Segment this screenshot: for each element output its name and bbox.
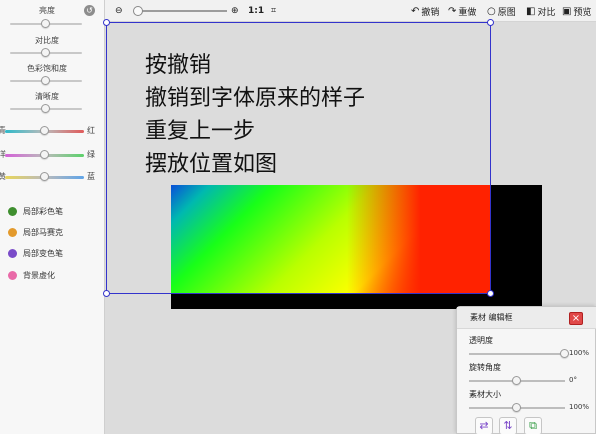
yellow-blue-balance: 黄 蓝 [0, 171, 105, 183]
rotate-value: 0° [569, 376, 577, 384]
layer-copy-button[interactable]: ⧉ [524, 417, 542, 434]
resize-handle-bottom-right[interactable] [487, 290, 494, 297]
sharpness-slider-knob[interactable] [41, 104, 50, 113]
zoom-out-icon[interactable]: ⊖ [115, 4, 123, 18]
zoom-in-icon[interactable]: ⊕ [231, 4, 239, 18]
yellow-blue-slider-knob[interactable] [39, 172, 49, 181]
background-blur-label: 背景虚化 [23, 270, 55, 280]
flip-horizontal-button[interactable]: ⇄ [475, 417, 493, 434]
local-recolor-pen-label: 局部变色笔 [23, 248, 63, 258]
local-color-pen-tool[interactable]: 局部彩色笔 [8, 204, 63, 218]
undo-icon: ↶ [411, 5, 420, 17]
local-mosaic-tool[interactable]: 局部马赛克 [8, 225, 63, 239]
cyan-red-balance: 青 红 [0, 125, 105, 137]
size-label: 素材大小 [469, 390, 501, 399]
text-line: 摆放位置如图 [145, 152, 278, 177]
red-label: 红 [87, 126, 95, 135]
resize-handle-bottom-left[interactable] [103, 290, 110, 297]
magenta-green-slider-knob[interactable] [39, 150, 49, 159]
close-icon[interactable]: × [569, 312, 583, 325]
material-edit-panel: 素材 编辑框 × 透明度 100% 旋转角度 0° 素材大小 100% ⇄ ⇅ … [456, 306, 596, 434]
panel-title: 素材 编辑框 [470, 313, 513, 322]
fit-window-icon[interactable]: ⌗ [271, 4, 276, 18]
opacity-value: 100% [569, 349, 590, 357]
saturation-label: 色彩饱和度 [27, 64, 67, 73]
magenta-green-balance: 洋 绿 [0, 149, 105, 161]
original-label: 原图 [497, 7, 516, 18]
original-icon: ○ [487, 5, 496, 17]
top-toolbar: ⊖ ⊕ 1:1 ⌗ ↶ 撤销 ↷ 重做 ○ 原图 ◧ 对比 ▣ 预览 [105, 0, 596, 22]
blue-label: 蓝 [87, 172, 95, 181]
rotate-slider-knob[interactable] [512, 376, 521, 385]
brightness-label: 亮度 [39, 6, 55, 15]
original-button[interactable]: ○ 原图 [487, 4, 516, 18]
compare-icon: ◧ [526, 5, 536, 17]
mosaic-icon [8, 227, 17, 237]
opacity-slider-knob[interactable] [560, 349, 569, 358]
text-line: 按撤销 [145, 53, 212, 78]
brightness-slider-knob[interactable] [41, 19, 50, 28]
compare-label: 对比 [537, 7, 556, 18]
compare-button[interactable]: ◧ 对比 [526, 4, 555, 18]
text-line: 撤销到字体原来的样子 [145, 86, 366, 111]
cyan-red-slider-knob[interactable] [39, 126, 49, 135]
local-mosaic-label: 局部马赛克 [23, 227, 63, 237]
blur-icon [8, 270, 17, 280]
sharpness-label: 清晰度 [35, 92, 59, 101]
instruction-text: 按撤销 撤销到字体原来的样子 重复上一步 摆放位置如图 [145, 49, 365, 181]
color-pen-icon [8, 206, 17, 216]
resize-handle-top-right[interactable] [487, 19, 494, 26]
rotate-label: 旋转角度 [469, 363, 501, 372]
contrast-label: 对比度 [35, 36, 59, 45]
resize-handle-top-left[interactable] [103, 19, 110, 26]
actual-size-button[interactable]: 1:1 [248, 4, 264, 18]
opacity-label: 透明度 [469, 336, 493, 345]
undo-label: 撤销 [421, 7, 440, 18]
redo-icon: ↷ [448, 5, 457, 17]
size-slider-knob[interactable] [512, 403, 521, 412]
contrast-slider-knob[interactable] [41, 48, 50, 57]
background-blur-tool[interactable]: 背景虚化 [8, 268, 55, 282]
panel-header: 素材 编辑框 × [457, 307, 596, 329]
saturation-slider-knob[interactable] [41, 76, 50, 85]
local-recolor-pen-tool[interactable]: 局部变色笔 [8, 246, 63, 260]
text-selection-frame[interactable]: 按撤销 撤销到字体原来的样子 重复上一步 摆放位置如图 [103, 19, 494, 297]
green-label: 绿 [87, 150, 95, 159]
redo-label: 重做 [458, 7, 477, 18]
flip-vertical-button[interactable]: ⇅ [499, 417, 517, 434]
size-value: 100% [569, 403, 590, 411]
adjustment-panel: ↺ 亮度 对比度 色彩饱和度 清晰度 青 红 洋 绿 黄 蓝 局部彩色笔 局部马… [0, 0, 105, 434]
preview-button[interactable]: ▣ 预览 [562, 4, 591, 18]
preview-label: 预览 [573, 7, 592, 18]
zoom-slider[interactable] [135, 10, 227, 12]
text-line: 重复上一步 [145, 119, 256, 144]
local-color-pen-label: 局部彩色笔 [23, 206, 63, 216]
redo-button[interactable]: ↷ 重做 [448, 4, 476, 18]
recolor-pen-icon [8, 248, 17, 258]
zoom-slider-knob[interactable] [133, 6, 143, 16]
opacity-slider[interactable] [469, 353, 565, 355]
undo-button[interactable]: ↶ 撤销 [411, 4, 439, 18]
preview-icon: ▣ [562, 5, 572, 17]
